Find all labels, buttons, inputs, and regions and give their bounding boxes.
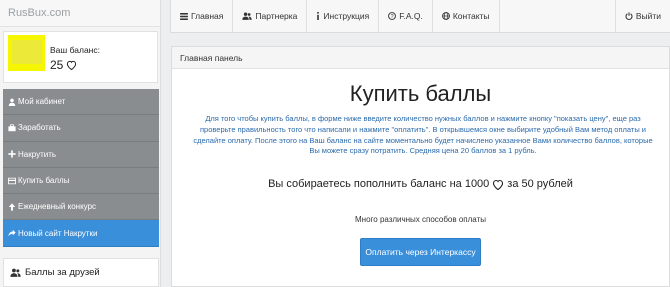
nav-exit-label: Выйти: [635, 11, 661, 21]
nav-partners-label: Партнерка: [255, 11, 298, 21]
up-arrow-icon: [8, 203, 16, 211]
heart-icon: [67, 60, 77, 70]
user-icon: [8, 98, 16, 106]
panel-header: Главная панель: [172, 47, 669, 69]
nav-instruction[interactable]: Инструкция: [307, 0, 380, 32]
briefcase-icon: [8, 124, 16, 132]
sidebar: RusBux.com Ваш баланс: 25 Мой кабинет За…: [0, 0, 161, 287]
nav-home-label: Главная: [191, 11, 224, 21]
share-icon: [8, 229, 16, 237]
sidebar-item-label: Накрутить: [18, 149, 57, 159]
users-icon: [10, 268, 21, 277]
sidebar-item-label: Купить баллы: [18, 176, 70, 186]
avatar[interactable]: [8, 35, 45, 71]
nav-partners[interactable]: Партнерка: [233, 0, 308, 32]
top-navigation: Главная Партнерка Инструкция ? F.A.Q. Ко…: [170, 0, 670, 33]
brand-logo[interactable]: RusBux.com: [0, 0, 160, 27]
purchase-summary: Вы собираетесь пополнить баланс на 1000 …: [172, 178, 669, 190]
nav-faq-label: F.A.Q.: [399, 11, 423, 21]
nav-faq[interactable]: ? F.A.Q.: [379, 0, 433, 32]
balance-label: Ваш баланс:: [50, 45, 100, 55]
sidebar-item-buy-points[interactable]: Купить баллы: [3, 167, 159, 195]
card-icon: [8, 177, 16, 184]
sidebar-item-label: Новый сайт Накрутки: [18, 228, 98, 238]
sidebar-item-label: Ежедневный конкурс: [18, 202, 97, 212]
pay-interkassa-button[interactable]: Оплатить через Интеркассу: [360, 238, 481, 266]
instructions-text: Для того чтобы купить баллы, в форме ниж…: [193, 114, 653, 156]
sidebar-item-daily-contest[interactable]: Ежедневный конкурс: [3, 194, 159, 221]
balance-amount: 25: [50, 58, 64, 72]
nav-exit[interactable]: Выйти: [614, 0, 670, 32]
purchase-prefix: Вы собираетесь пополнить баланс на 1000: [268, 178, 490, 190]
sidebar-item-label: Мой кабинет: [18, 97, 66, 107]
sidebar-item-my-cabinet[interactable]: Мой кабинет: [3, 89, 159, 116]
nav-contacts-label: Контакты: [452, 11, 490, 21]
sidebar-item-new-site[interactable]: Новый сайт Накрутки: [3, 220, 159, 247]
heart-icon: [493, 179, 504, 190]
friends-label: Баллы за друзей: [25, 267, 100, 278]
user-balance-box: Ваш баланс: 25: [3, 31, 158, 83]
info-icon: [317, 12, 320, 20]
nav-home[interactable]: Главная: [171, 0, 234, 32]
globe-icon: [441, 12, 450, 20]
main-panel: Главная панель Купить баллы Для того что…: [171, 46, 670, 287]
payment-methods-text: Много различных способов оплаты: [355, 215, 486, 224]
menu-bars-icon: [180, 12, 188, 20]
sidebar-item-label: Заработать: [18, 123, 61, 133]
svg-text:?: ?: [391, 14, 394, 20]
power-icon: [625, 12, 633, 20]
nav-contacts[interactable]: Контакты: [433, 0, 500, 32]
question-icon: ?: [388, 12, 397, 20]
sidebar-menu: Мой кабинет Заработать Накрутить Купить …: [3, 89, 159, 247]
page-title: Купить баллы: [349, 81, 492, 106]
sidebar-item-earn[interactable]: Заработать: [3, 115, 159, 142]
sidebar-item-boost[interactable]: Накрутить: [3, 141, 159, 168]
purchase-suffix: за 50 рублей: [507, 178, 573, 190]
users-icon: [242, 12, 253, 20]
friends-points-link[interactable]: Баллы за друзей: [3, 258, 159, 287]
nav-instruction-label: Инструкция: [323, 11, 370, 21]
plus-icon: [8, 150, 16, 158]
balance-value: 25: [50, 58, 77, 72]
